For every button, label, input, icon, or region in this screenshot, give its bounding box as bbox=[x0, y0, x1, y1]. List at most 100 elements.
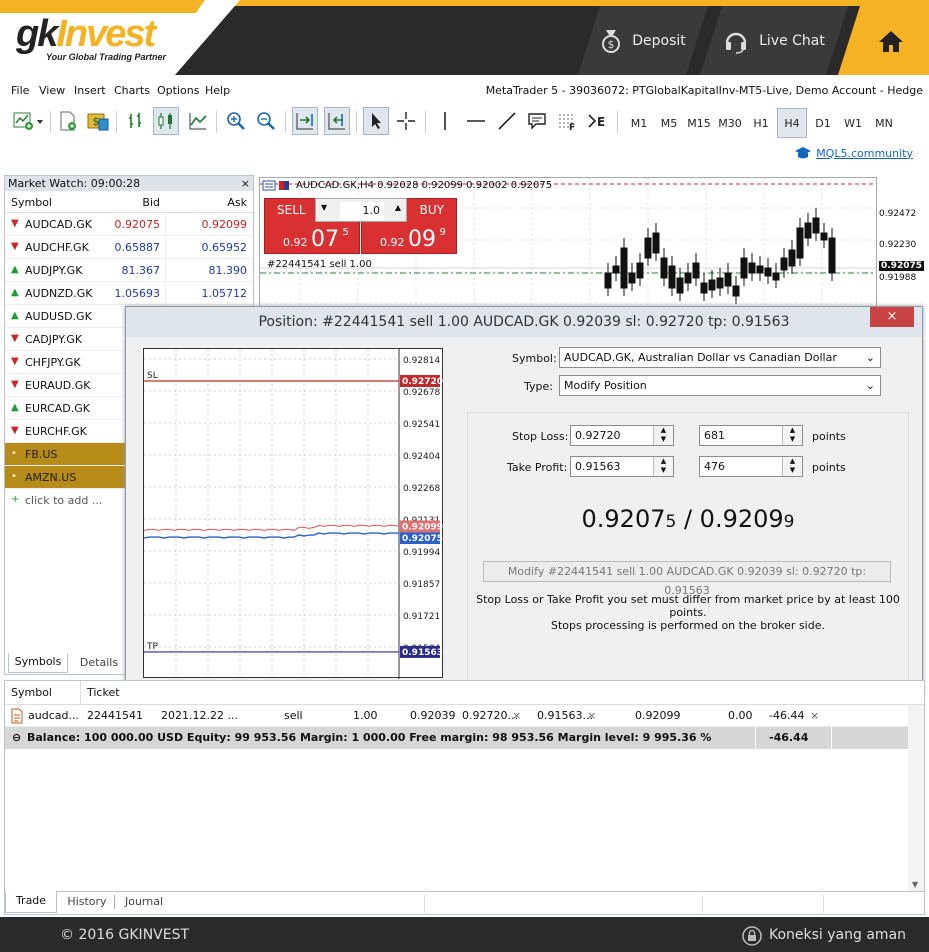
candle-body bbox=[724, 272, 732, 287]
line-chart-button[interactable] bbox=[185, 107, 211, 135]
text-tool-button[interactable] bbox=[524, 107, 550, 135]
timeframe-h4[interactable]: H4 bbox=[777, 108, 807, 138]
symbol-name: EURCHF.GK bbox=[25, 425, 87, 438]
cursor-tool-button[interactable] bbox=[363, 107, 389, 135]
column-header-ask[interactable]: Ask bbox=[227, 196, 247, 209]
timeframe-m30[interactable]: M30 bbox=[715, 111, 745, 135]
tab-divider bbox=[114, 895, 115, 909]
tab-trade[interactable]: Trade bbox=[5, 891, 57, 913]
ask-price: 0.92099 bbox=[201, 218, 248, 231]
bar-chart-icon bbox=[129, 113, 141, 128]
horizontal-line-button[interactable] bbox=[463, 107, 489, 135]
logo[interactable]: gkInvest bbox=[16, 14, 156, 54]
dialog-close-button[interactable]: × bbox=[870, 307, 914, 327]
modify-button[interactable]: Modify #22441541 sell 1.00 AUDCAD.GK 0.9… bbox=[483, 561, 891, 597]
lot-size-input[interactable]: 1.0 bbox=[340, 202, 384, 220]
lot-increase-icon[interactable]: ▲ bbox=[395, 203, 401, 212]
svg-text:$: $ bbox=[93, 115, 100, 128]
menu-charts[interactable]: Charts bbox=[114, 84, 150, 97]
trade-tp[interactable]: 0.91563... bbox=[537, 709, 593, 722]
candlestick-chart-button[interactable] bbox=[153, 107, 179, 135]
money-icon: $ bbox=[87, 113, 109, 131]
autoscroll-button[interactable] bbox=[292, 107, 318, 135]
take-profit-points-input[interactable]: 476 ▲ ▼ bbox=[699, 456, 803, 477]
spinner-icon[interactable]: ▲ ▼ bbox=[782, 426, 802, 445]
live-chat-button[interactable]: Live Chat bbox=[700, 6, 848, 75]
timeframe-h1[interactable]: H1 bbox=[746, 111, 776, 135]
lot-decrease-icon[interactable]: ▼ bbox=[321, 203, 327, 212]
stop-loss-points-input[interactable]: 681 ▲ ▼ bbox=[699, 425, 803, 446]
crosshair-button[interactable] bbox=[393, 107, 419, 135]
fibonacci-button[interactable]: F bbox=[554, 107, 580, 135]
type-select[interactable]: Modify Position ⌄ bbox=[559, 375, 881, 396]
objects-button[interactable]: E bbox=[585, 107, 611, 135]
vertical-scrollbar[interactable]: ▼ bbox=[908, 705, 924, 891]
column-header-symbol[interactable]: Symbol bbox=[11, 686, 52, 699]
chart-shift-button[interactable] bbox=[324, 107, 350, 135]
spinner-icon[interactable]: ▲ ▼ bbox=[782, 457, 802, 476]
stop-loss-input[interactable]: 0.92720 ▲ ▼ bbox=[570, 425, 674, 446]
spinner-icon[interactable]: ▲ ▼ bbox=[653, 457, 673, 476]
home-button[interactable] bbox=[838, 6, 929, 75]
clear-tp-icon[interactable]: × bbox=[587, 709, 596, 722]
menu-insert[interactable]: Insert bbox=[74, 84, 106, 97]
list-item[interactable]: ▲ AUDJPY.GK 81.367 81.390 bbox=[5, 259, 253, 282]
deposit-button[interactable]: $ Deposit bbox=[578, 6, 708, 75]
close-icon[interactable]: × bbox=[241, 176, 250, 191]
menu-file[interactable]: File bbox=[11, 84, 29, 97]
timeframe-mn[interactable]: MN bbox=[869, 111, 899, 135]
clear-sl-icon[interactable]: × bbox=[512, 709, 521, 722]
list-item[interactable]: ▼ AUDCHF.GK 0.65887 0.65952 bbox=[5, 236, 253, 259]
tab-symbols[interactable]: Symbols bbox=[8, 653, 68, 673]
mql5-community-link[interactable]: MQL5.community bbox=[794, 146, 913, 160]
symbol-select[interactable]: AUDCAD.GK, Australian Dollar vs Canadian… bbox=[559, 347, 881, 368]
list-item[interactable]: ▲ AUDNZD.GK 1.05693 1.05712 bbox=[5, 282, 253, 305]
dialog-title: Position: #22441541 sell 1.00 AUDCAD.GK … bbox=[126, 307, 922, 337]
toolbar-separator bbox=[425, 111, 426, 133]
tab-details[interactable]: Details bbox=[74, 655, 124, 671]
status-divider bbox=[823, 895, 824, 913]
column-header-ticket[interactable]: Ticket bbox=[87, 686, 120, 699]
trade-sl[interactable]: 0.92720... bbox=[462, 709, 518, 722]
new-chart-button[interactable] bbox=[10, 107, 46, 135]
column-header-bid[interactable]: Bid bbox=[142, 196, 160, 209]
balance-row: ⊖ Balance: 100 000.00 USD Equity: 99 953… bbox=[5, 727, 908, 749]
collapse-icon[interactable]: ⊖ bbox=[12, 731, 21, 744]
spinner-icon[interactable]: ▲ ▼ bbox=[653, 426, 673, 445]
vertical-line-button[interactable] bbox=[432, 107, 458, 135]
toolbox-panel: Symbol Ticket audcad... 22441541 2021.12… bbox=[4, 680, 925, 915]
timeframe-w1[interactable]: W1 bbox=[838, 111, 868, 135]
lot-size-stepper[interactable]: ▼ 1.0 ▲ bbox=[315, 198, 407, 222]
price-axis-tick: 0.91988 bbox=[879, 273, 917, 283]
price-tick: 0.91994 bbox=[403, 548, 440, 558]
stops-note-line1: Stop Loss or Take Profit you set must di… bbox=[476, 593, 900, 619]
menu-view[interactable]: View bbox=[39, 84, 65, 97]
close-position-icon[interactable]: × bbox=[810, 709, 819, 722]
tab-history[interactable]: History bbox=[61, 895, 113, 908]
tab-journal[interactable]: Journal bbox=[118, 895, 170, 908]
ask-price: 81.390 bbox=[208, 264, 248, 277]
zoom-in-button[interactable] bbox=[223, 107, 249, 135]
take-profit-input[interactable]: 0.91563 ▲ ▼ bbox=[570, 456, 674, 477]
menu-help[interactable]: Help bbox=[205, 84, 230, 97]
chart-shift-icon bbox=[328, 113, 345, 130]
bid-price: 0.92075 bbox=[114, 218, 161, 231]
position-dialog: Position: #22441541 sell 1.00 AUDCAD.GK … bbox=[125, 306, 923, 698]
bar-chart-button[interactable] bbox=[123, 107, 149, 135]
logo-tagline: Your Global Trading Partner bbox=[46, 52, 167, 62]
trend-line-button[interactable] bbox=[494, 107, 520, 135]
timeframe-d1[interactable]: D1 bbox=[808, 111, 838, 135]
candle-body bbox=[620, 247, 628, 289]
zoom-out-button[interactable] bbox=[253, 107, 279, 135]
timeframe-m1[interactable]: M1 bbox=[624, 111, 654, 135]
table-row[interactable]: audcad... 22441541 2021.12.22 ... sell 1… bbox=[5, 705, 908, 727]
strategy-tester-button[interactable]: $ bbox=[85, 107, 111, 135]
timeframe-m15[interactable]: M15 bbox=[684, 111, 714, 135]
scroll-down-icon[interactable]: ▼ bbox=[912, 880, 918, 889]
column-header-symbol[interactable]: Symbol bbox=[11, 196, 52, 209]
new-order-button[interactable] bbox=[55, 107, 81, 135]
svg-text:F: F bbox=[569, 123, 575, 131]
timeframe-m5[interactable]: M5 bbox=[654, 111, 684, 135]
menu-options[interactable]: Options bbox=[157, 84, 199, 97]
list-item[interactable]: ▼ AUDCAD.GK 0.92075 0.92099 bbox=[5, 213, 253, 236]
